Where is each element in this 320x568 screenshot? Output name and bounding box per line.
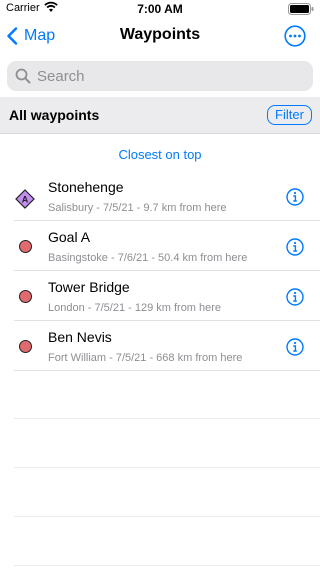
waypoint-row-stonehenge[interactable]: A Stonehenge Salisbury - 7/5/21 - 9.7 km…: [0, 171, 320, 221]
sort-order-button[interactable]: Closest on top: [0, 147, 320, 162]
info-icon[interactable]: [286, 238, 304, 256]
waypoint-name: Ben Nevis: [48, 329, 112, 345]
red-marker-icon: [19, 340, 32, 353]
waypoint-name: Goal A: [48, 229, 91, 245]
waypoint-name: Tower Bridge: [48, 279, 130, 295]
search-bar[interactable]: [7, 61, 313, 91]
clock: 7:00 AM: [137, 2, 183, 16]
empty-row-separator: [14, 467, 320, 468]
waypoint-row-goal-a[interactable]: Goal A Basingstoke - 7/6/21 - 50.4 km fr…: [0, 221, 320, 271]
red-marker-icon: [19, 290, 32, 303]
diamond-marker-icon: A: [15, 189, 35, 209]
waypoint-detail: Fort William - 7/5/21 - 668 km from here: [48, 352, 243, 364]
waypoint-row-tower-bridge[interactable]: Tower Bridge London - 7/5/21 - 129 km fr…: [0, 271, 320, 321]
filter-button[interactable]: Filter: [267, 105, 312, 125]
empty-row-separator: [14, 565, 320, 566]
info-icon[interactable]: [286, 188, 304, 206]
waypoint-detail: Salisbury - 7/5/21 - 9.7 km from here: [48, 202, 227, 214]
ellipsis-circle-icon[interactable]: [284, 25, 306, 47]
waypoint-detail: Basingstoke - 7/6/21 - 50.4 km from here: [48, 252, 248, 264]
info-icon[interactable]: [286, 338, 304, 356]
red-marker-icon: [19, 240, 32, 253]
info-icon[interactable]: [286, 288, 304, 306]
section-header: All waypoints Filter: [0, 97, 320, 134]
section-title: All waypoints: [9, 107, 100, 123]
waypoint-name: Stonehenge: [48, 179, 124, 195]
page-title: Waypoints: [119, 26, 201, 43]
status-bar: Carrier 7:00 AM: [0, 0, 320, 18]
search-icon: [15, 68, 31, 84]
empty-row-separator: [14, 516, 320, 517]
battery-icon: [288, 3, 314, 15]
waypoint-list: A Stonehenge Salisbury - 7/5/21 - 9.7 km…: [0, 171, 320, 371]
navigation-bar: Map Waypoints: [0, 18, 320, 54]
waypoint-detail: London - 7/5/21 - 129 km from here: [48, 302, 222, 314]
search-input[interactable]: [37, 67, 287, 85]
empty-row-separator: [14, 418, 320, 419]
waypoint-row-ben-nevis[interactable]: Ben Nevis Fort William - 7/5/21 - 668 km…: [0, 321, 320, 371]
marker-letter: A: [22, 195, 29, 205]
